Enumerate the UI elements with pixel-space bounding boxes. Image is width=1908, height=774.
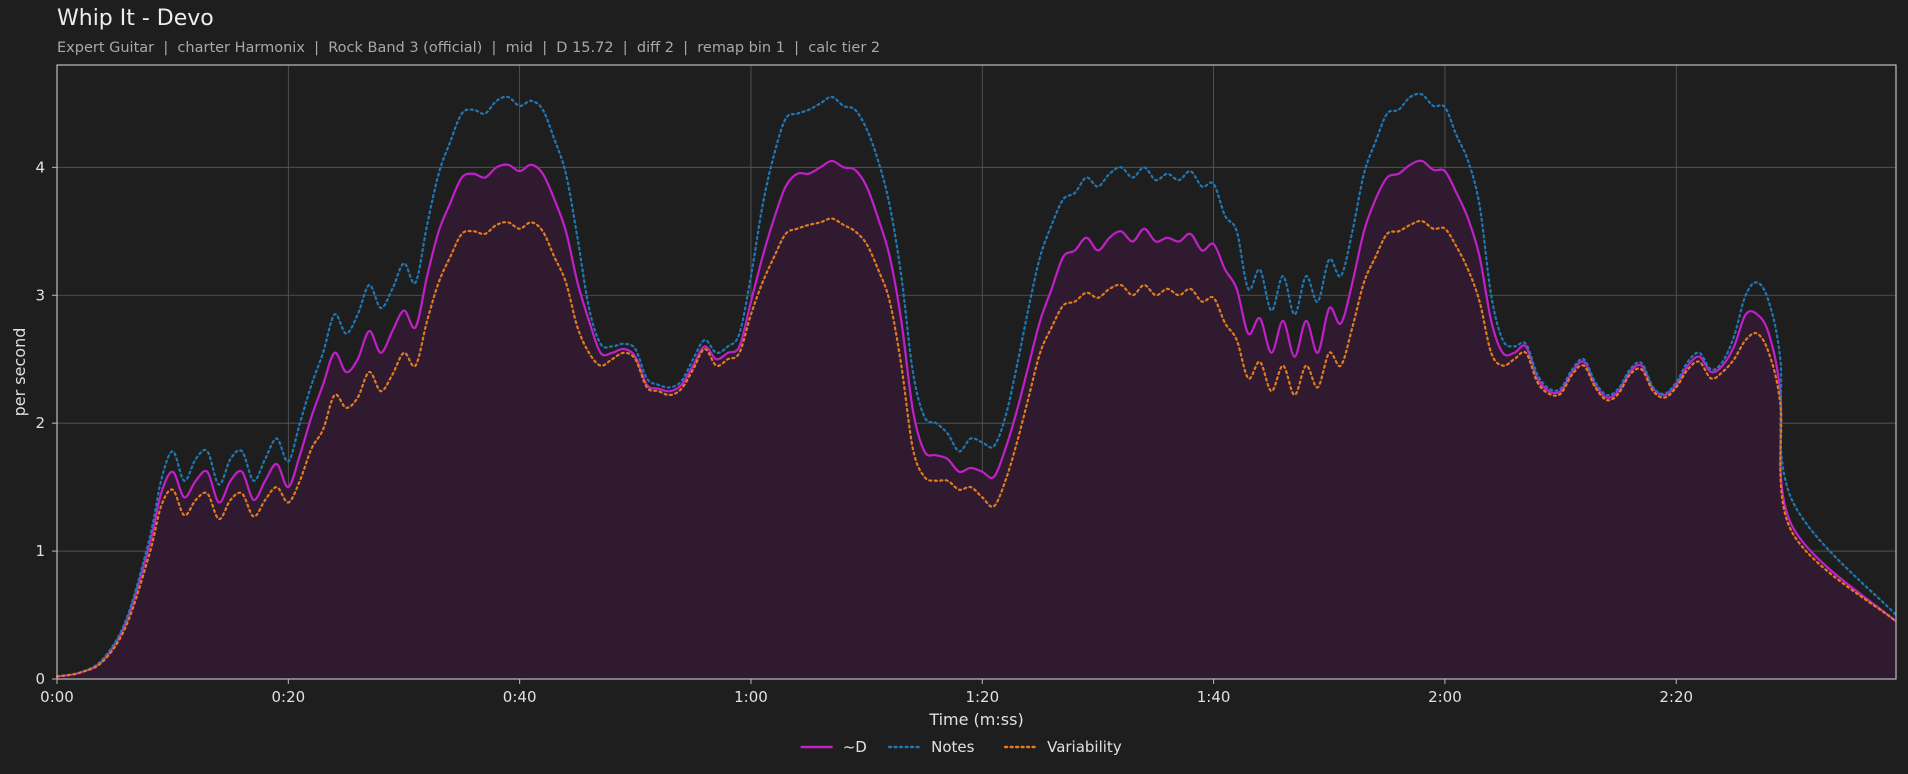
x-tick-label: 2:00 <box>1428 688 1462 706</box>
y-axis-label: per second <box>10 328 29 417</box>
legend-label: Variability <box>1047 738 1122 756</box>
x-tick-label: 0:00 <box>40 688 74 706</box>
x-tick-label: 2:20 <box>1659 688 1693 706</box>
y-tick-label: 3 <box>35 286 45 304</box>
y-tick-label: 1 <box>35 542 45 560</box>
legend-label: ~D <box>843 738 867 756</box>
x-tick-label: 1:00 <box>734 688 768 706</box>
x-tick-label: 1:20 <box>965 688 999 706</box>
legend: ~D Notes Variability <box>800 738 1122 756</box>
x-tick-label: 0:20 <box>271 688 305 706</box>
y-tick-label: 2 <box>35 414 45 432</box>
y-tick-label: 4 <box>35 158 45 176</box>
x-tick-label: 1:40 <box>1197 688 1231 706</box>
area-fill-layer <box>57 160 1896 679</box>
legend-item-d: ~D <box>800 738 867 756</box>
legend-item-notes: Notes <box>887 738 975 756</box>
x-axis-label: Time (m:ss) <box>928 710 1023 729</box>
x-tick-label: 0:40 <box>503 688 537 706</box>
series-d-area <box>57 160 1896 679</box>
legend-label: Notes <box>931 738 975 756</box>
legend-item-variability: Variability <box>1003 738 1122 756</box>
line-chart: 0:00 0:20 0:40 1:00 1:20 1:40 2:00 2:20 0 1 2 3 4 Ti… <box>10 64 1898 756</box>
y-tick-label: 0 <box>35 670 45 688</box>
